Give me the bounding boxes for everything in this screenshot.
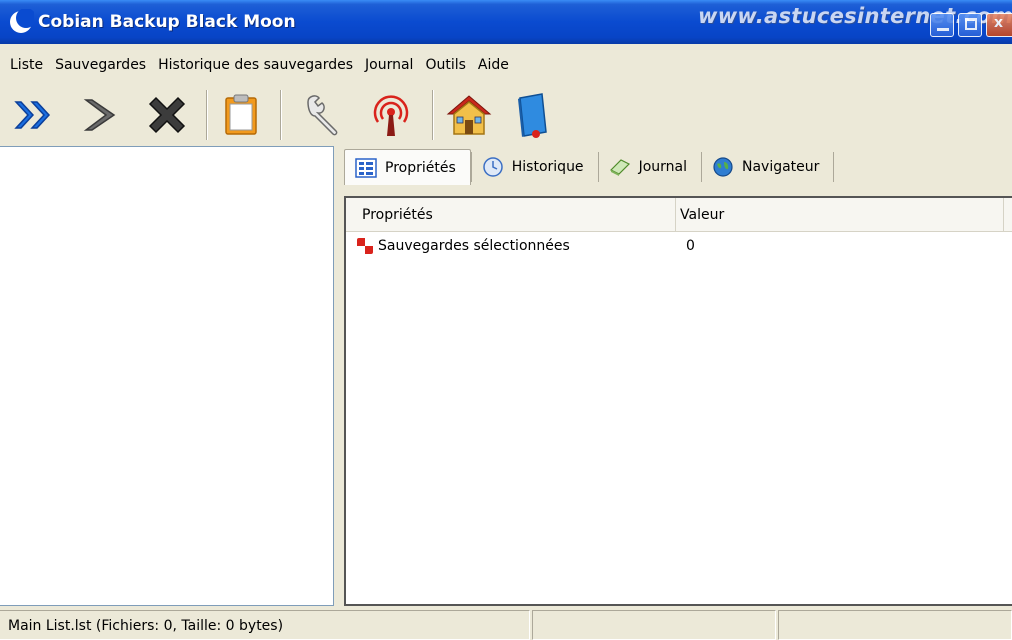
toolbar-separator bbox=[280, 90, 282, 140]
wrench-icon bbox=[307, 95, 338, 136]
settings-button[interactable] bbox=[296, 88, 350, 142]
cancel-icon bbox=[148, 96, 186, 134]
journal-icon bbox=[609, 159, 630, 176]
maximize-icon bbox=[965, 18, 977, 30]
properties-list[interactable]: Propriétés Valeur Sauvegardes sélectionn… bbox=[344, 196, 1012, 606]
menu-bar: Liste Sauvegardes Historique des sauvega… bbox=[0, 50, 1012, 80]
home-icon bbox=[446, 95, 492, 135]
status-bar: Main List.lst (Fichiers: 0, Taille: 0 by… bbox=[0, 610, 1012, 640]
property-name: Sauvegardes sélectionnées bbox=[378, 238, 570, 254]
toolbar-separator bbox=[432, 90, 434, 140]
menu-aide[interactable]: Aide bbox=[472, 57, 515, 73]
selection-icon bbox=[357, 238, 373, 254]
properties-header: Propriétés Valeur bbox=[346, 198, 1012, 232]
antenna-icon bbox=[373, 95, 409, 136]
window-title: Cobian Backup Black Moon bbox=[38, 12, 296, 32]
tab-bar: Propriétés Historique Journal Navigateur bbox=[344, 148, 835, 186]
home-button[interactable] bbox=[442, 88, 496, 142]
help-book-icon bbox=[518, 93, 547, 138]
tab-navigateur[interactable]: Navigateur bbox=[702, 150, 833, 184]
menu-outils[interactable]: Outils bbox=[419, 57, 471, 73]
tab-historique[interactable]: Historique bbox=[472, 150, 598, 184]
column-header-proprietes[interactable]: Propriétés bbox=[346, 198, 676, 232]
menu-sauvegardes[interactable]: Sauvegardes bbox=[49, 57, 152, 73]
cancel-button[interactable] bbox=[140, 88, 194, 142]
globe-icon bbox=[713, 157, 733, 177]
status-pane-2 bbox=[532, 610, 776, 640]
toolbar-separator bbox=[206, 90, 208, 140]
clipboard-icon bbox=[225, 94, 257, 135]
minimize-icon bbox=[937, 28, 949, 31]
clock-icon bbox=[483, 157, 503, 177]
tab-proprietes[interactable]: Propriétés bbox=[344, 149, 471, 185]
tab-label: Propriétés bbox=[385, 159, 456, 176]
tab-separator bbox=[833, 152, 835, 182]
run-selected-icon bbox=[83, 99, 116, 131]
title-bar[interactable]: Cobian Backup Black Moon www.astucesinte… bbox=[0, 0, 1012, 44]
status-main: Main List.lst (Fichiers: 0, Taille: 0 by… bbox=[0, 610, 530, 640]
tab-journal[interactable]: Journal bbox=[599, 150, 701, 184]
status-pane-3 bbox=[778, 610, 1012, 640]
network-button[interactable] bbox=[364, 88, 418, 142]
maximize-button[interactable] bbox=[958, 13, 982, 37]
run-selected-button[interactable] bbox=[72, 88, 126, 142]
column-header-valeur[interactable]: Valeur bbox=[676, 198, 1004, 232]
properties-icon bbox=[355, 157, 377, 178]
run-all-icon bbox=[14, 101, 51, 129]
toolbar bbox=[0, 84, 1012, 146]
moon-logo-icon bbox=[10, 9, 34, 33]
tab-label: Journal bbox=[638, 159, 687, 175]
backup-list-panel[interactable] bbox=[0, 146, 334, 606]
property-value: 0 bbox=[686, 238, 695, 254]
minimize-button[interactable] bbox=[930, 13, 954, 37]
property-name-cell: Sauvegardes sélectionnées bbox=[356, 234, 570, 258]
close-button[interactable]: x bbox=[986, 13, 1012, 37]
menu-journal[interactable]: Journal bbox=[359, 57, 419, 73]
clipboard-button[interactable] bbox=[214, 88, 268, 142]
tab-label: Navigateur bbox=[741, 159, 820, 175]
table-row[interactable]: Sauvegardes sélectionnées 0 bbox=[346, 234, 1012, 258]
close-icon: x bbox=[994, 15, 1004, 31]
menu-liste[interactable]: Liste bbox=[4, 57, 49, 73]
menu-historique[interactable]: Historique des sauvegardes bbox=[152, 57, 359, 73]
tab-label: Historique bbox=[511, 159, 584, 175]
help-button[interactable] bbox=[506, 88, 560, 142]
run-all-button[interactable] bbox=[8, 88, 62, 142]
